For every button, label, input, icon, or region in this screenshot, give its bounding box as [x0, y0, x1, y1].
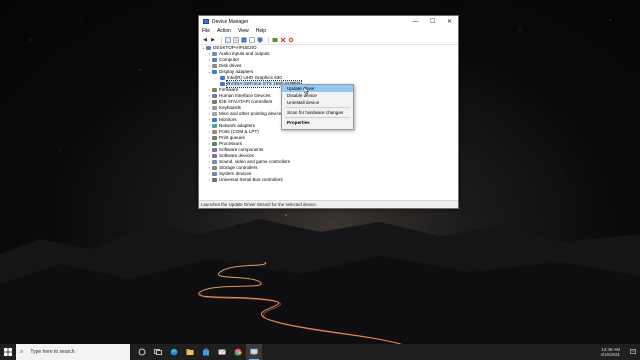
toolbar-separator [221, 36, 222, 43]
tree-category[interactable]: › Universal Serial Bus controllers [199, 177, 458, 183]
window-title: Device Manager [212, 18, 249, 25]
menu-bar: File Action View Help [199, 27, 458, 35]
taskbar-apps [134, 344, 262, 360]
mouse-icon [212, 112, 217, 116]
cortana-icon[interactable] [134, 344, 150, 360]
speaker-icon [212, 52, 217, 56]
taskbar-search-box[interactable]: ⌕ Type here to search [16, 344, 130, 360]
help-icon[interactable]: ? [241, 37, 247, 43]
chrome-icon[interactable] [230, 344, 246, 360]
disk-icon [212, 64, 217, 68]
controller-icon [212, 100, 217, 104]
search-icon: ⌕ [20, 348, 24, 355]
uninstall-device-item[interactable]: Uninstall device [282, 99, 353, 106]
speaker-icon [212, 160, 217, 164]
menu-view[interactable]: View [238, 28, 249, 34]
file-explorer-icon[interactable] [182, 344, 198, 360]
cpu-icon [212, 142, 217, 146]
start-button[interactable] [0, 344, 16, 360]
scan-hardware-item[interactable]: Scan for hardware changes [282, 109, 353, 116]
search-placeholder: Type here to search [30, 349, 75, 355]
component-icon [212, 148, 217, 152]
network-icon [212, 124, 217, 128]
store-icon[interactable] [198, 344, 214, 360]
port-icon [212, 130, 217, 134]
monitor-icon [220, 82, 225, 86]
device-manager-icon [203, 19, 209, 24]
monitor-icon [212, 118, 217, 122]
context-menu: Update driver Disable device Uninstall d… [281, 84, 354, 130]
keyboard-icon [212, 106, 217, 110]
menu-action[interactable]: Action [217, 28, 231, 34]
status-bar: Launches the Update Driver Wizard for th… [199, 200, 458, 208]
minimize-button[interactable]: — [407, 16, 424, 27]
clock[interactable]: 12:49 AM 4/16/2021 [600, 347, 620, 357]
system-icon [212, 172, 217, 176]
disable-device-item[interactable]: Disable device [282, 92, 353, 99]
mouse-cursor-icon [304, 87, 310, 95]
maximize-button[interactable]: ☐ [424, 16, 441, 27]
clock-date: 4/16/2021 [600, 352, 620, 357]
chip-icon [212, 88, 217, 92]
menu-file[interactable]: File [202, 28, 210, 34]
storage-icon [212, 166, 217, 170]
title-bar[interactable]: Device Manager — ☐ ✕ [199, 16, 458, 27]
printer-icon [212, 136, 217, 140]
task-view-icon[interactable] [150, 344, 166, 360]
update-driver-icon[interactable] [272, 37, 278, 43]
menu-divider [285, 107, 350, 108]
toolbar: ◀ ▶ ? [199, 35, 458, 45]
device-manager-taskbar-icon[interactable] [246, 344, 262, 360]
uninstall-icon[interactable] [280, 37, 286, 43]
tree-view-icon[interactable] [225, 36, 231, 43]
mail-icon[interactable] [214, 344, 230, 360]
scan-hardware-icon[interactable] [288, 37, 294, 43]
computer-icon [212, 58, 217, 62]
update-driver-item[interactable]: Update driver [282, 85, 353, 92]
notifications-icon[interactable] [628, 349, 638, 355]
properties-item[interactable]: Properties [282, 119, 353, 126]
computer-icon [206, 46, 211, 50]
windows-logo-icon [4, 348, 12, 356]
back-icon[interactable]: ◀ [202, 37, 208, 43]
menu-help[interactable]: Help [256, 28, 266, 34]
monitor-icon [220, 76, 225, 80]
usb-icon [212, 178, 217, 182]
menu-divider [285, 117, 350, 118]
properties-icon[interactable] [233, 36, 239, 43]
tree-category-label: Universal Serial Bus controllers [219, 177, 283, 182]
view-list-icon[interactable] [249, 36, 255, 43]
monitor-icon[interactable] [257, 37, 263, 43]
taskbar: ⌕ Type here to search 12:49 AM 4/16/2021 [0, 344, 640, 360]
close-button[interactable]: ✕ [441, 16, 458, 27]
system-tray: 12:49 AM 4/16/2021 [600, 347, 640, 357]
component-icon [212, 154, 217, 158]
hid-icon [212, 94, 217, 98]
toolbar-separator [268, 36, 269, 43]
forward-icon[interactable]: ▶ [210, 37, 216, 43]
edge-icon[interactable] [166, 344, 182, 360]
monitor-icon [212, 70, 217, 74]
